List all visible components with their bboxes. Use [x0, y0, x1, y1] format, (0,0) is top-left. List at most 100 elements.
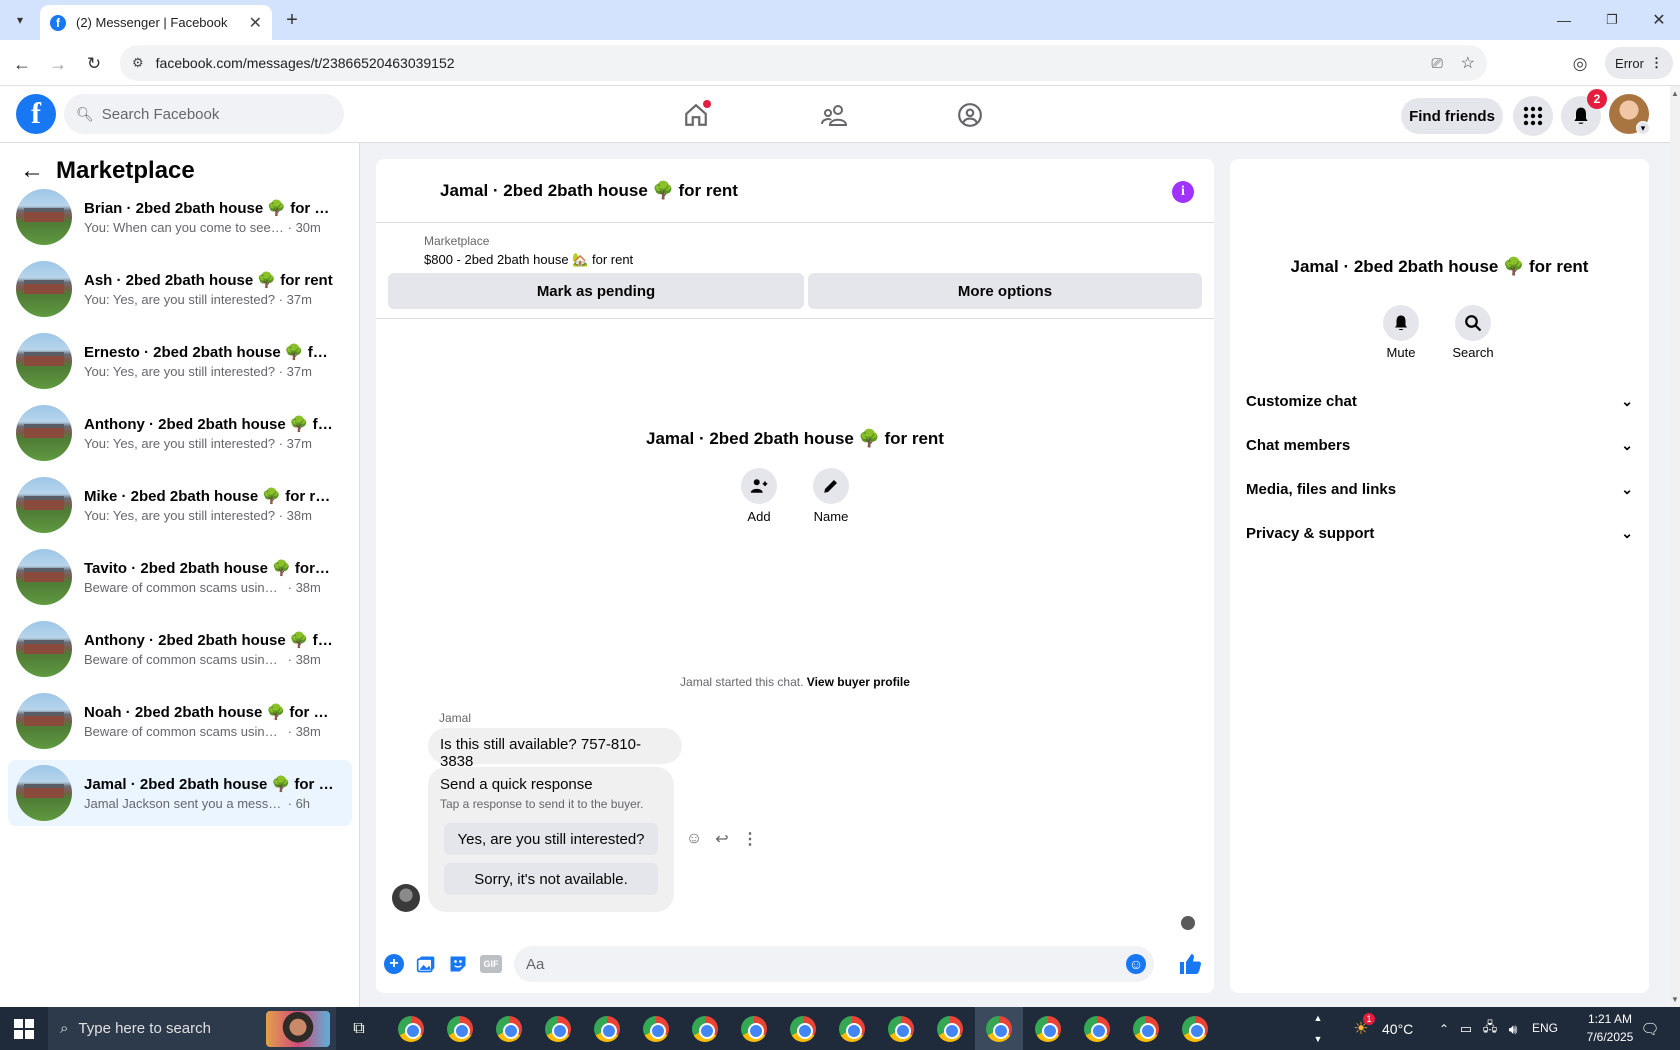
friends-nav-icon[interactable] — [810, 98, 858, 132]
close-tab-icon[interactable]: ✕ — [249, 13, 262, 33]
input-language[interactable]: ENG — [1532, 1021, 1558, 1035]
taskbar-scroll-down-icon[interactable]: ▼ — [1312, 1032, 1324, 1046]
chrome-taskbar-icon[interactable] — [447, 1016, 473, 1042]
chrome-taskbar-icon[interactable] — [1084, 1016, 1110, 1042]
conversation-item[interactable]: Anthony · 2bed 2bath house 🌳 fo... Bewar… — [8, 616, 352, 682]
reply-arrow-icon[interactable]: ↩ — [712, 829, 732, 849]
customize-chat-section[interactable]: Customize chat ⌄ — [1246, 381, 1633, 421]
quick-response-yes-button[interactable]: Yes, are you still interested? — [444, 823, 658, 855]
scroll-down-arrow-icon[interactable]: ▼ — [1670, 994, 1680, 1004]
privacy-support-section[interactable]: Privacy & support ⌄ — [1246, 513, 1633, 553]
chrome-taskbar-icon[interactable] — [643, 1016, 669, 1042]
conversation-item-active[interactable]: Jamal · 2bed 2bath house 🌳 for r... Jama… — [8, 760, 352, 826]
url-field[interactable]: ⚙ facebook.com/messages/t/23866520463039… — [120, 45, 1487, 81]
back-arrow-icon[interactable]: ← — [10, 52, 34, 76]
conversation-time: · 37m — [278, 364, 312, 379]
conversation-item[interactable]: Anthony · 2bed 2bath house 🌳 fo... You: … — [8, 400, 352, 466]
edit-name-pencil-icon[interactable] — [813, 468, 849, 504]
chrome-taskbar-icon[interactable] — [888, 1016, 914, 1042]
weather-temperature[interactable]: 40°C — [1382, 1021, 1413, 1037]
network-icon[interactable]: 🖧︎ — [1481, 1019, 1499, 1039]
message-more-icon[interactable]: ⋮ — [740, 829, 760, 849]
more-options-button[interactable]: More options — [808, 273, 1202, 309]
attach-photo-icon[interactable] — [416, 954, 436, 974]
listing-title[interactable]: $800 - 2bed 2bath house 🏡 for rent — [424, 252, 633, 268]
scroll-up-arrow-icon[interactable]: ▲ — [1670, 88, 1680, 98]
show-hidden-icons-chevron-icon[interactable]: ⌃ — [1436, 1019, 1452, 1039]
react-emoji-icon[interactable]: ☺ — [684, 829, 704, 849]
sender-avatar[interactable] — [392, 884, 420, 912]
chrome-taskbar-icon[interactable] — [594, 1016, 620, 1042]
chrome-taskbar-icon[interactable] — [1133, 1016, 1159, 1042]
facebook-logo-icon[interactable]: f — [16, 94, 56, 134]
chat-members-section[interactable]: Chat members ⌄ — [1246, 425, 1633, 465]
reload-icon[interactable]: ↻ — [82, 52, 106, 76]
account-chevron-icon[interactable]: ▾ — [1636, 121, 1650, 135]
quick-response-no-button[interactable]: Sorry, it's not available. — [444, 863, 658, 895]
groups-nav-icon[interactable] — [946, 98, 994, 132]
chrome-taskbar-icon[interactable] — [545, 1016, 571, 1042]
conversation-item[interactable]: Ernesto · 2bed 2bath house 🌳 for ... You… — [8, 328, 352, 394]
page-scrollbar[interactable]: ▲ ▼ — [1670, 86, 1680, 1007]
mute-bell-icon[interactable] — [1383, 305, 1419, 341]
chrome-taskbar-icon-active[interactable] — [986, 1016, 1012, 1042]
browser-tab-messenger[interactable]: f (2) Messenger | Facebook ✕ — [40, 5, 272, 40]
device-icon[interactable]: ▭ — [1458, 1019, 1474, 1039]
chrome-taskbar-icon[interactable] — [790, 1016, 816, 1042]
view-buyer-profile-link[interactable]: View buyer profile — [807, 675, 910, 689]
tab-search-chevron-icon[interactable]: ▾ — [10, 10, 30, 30]
chrome-taskbar-icon[interactable] — [398, 1016, 424, 1042]
facebook-search-input[interactable]: 🔍︎ Search Facebook — [64, 94, 344, 134]
listing-avatar — [16, 549, 72, 605]
thumbs-up-like-icon[interactable] — [1178, 952, 1202, 976]
minimize-window-icon[interactable]: — — [1550, 8, 1578, 32]
notification-center-icon[interactable]: 🗨︎ — [1638, 1017, 1662, 1041]
chrome-taskbar-icon[interactable] — [1182, 1016, 1208, 1042]
home-nav-icon[interactable] — [672, 98, 720, 132]
restore-window-icon[interactable]: ❐ — [1598, 8, 1626, 32]
conversation-info-icon[interactable]: i — [1172, 181, 1194, 203]
conversation-item[interactable]: Mike · 2bed 2bath house 🌳 for rent You: … — [8, 472, 352, 538]
taskbar-clock-time[interactable]: 1:21 AM — [1578, 1012, 1642, 1026]
search-in-conversation-icon[interactable] — [1455, 305, 1491, 341]
add-person-icon[interactable] — [741, 468, 777, 504]
task-view-icon[interactable]: ⧉ — [347, 1017, 371, 1041]
emoji-picker-icon[interactable]: ☺ — [1126, 954, 1146, 974]
new-tab-icon[interactable]: + — [280, 8, 304, 32]
bookmark-star-icon[interactable]: ☆ — [1461, 53, 1475, 73]
windows-taskbar: ⌕ Type here to search ⧉ ▲ ▼ ☀ 1 40°C ⌃ ▭… — [0, 1007, 1680, 1050]
profile-error-button[interactable]: Error ⋮ — [1605, 47, 1673, 79]
menu-grid-icon[interactable] — [1513, 96, 1553, 136]
chat-title[interactable]: Jamal · 2bed 2bath house 🌳 for rent — [440, 181, 738, 201]
conversation-item[interactable]: Ash · 2bed 2bath house 🌳 for rent You: Y… — [8, 256, 352, 322]
chrome-taskbar-icon[interactable] — [692, 1016, 718, 1042]
taskbar-scroll-up-icon[interactable]: ▲ — [1312, 1011, 1324, 1025]
gif-icon[interactable]: GIF — [480, 955, 502, 973]
find-friends-button[interactable]: Find friends — [1401, 98, 1503, 134]
chrome-taskbar-icon[interactable] — [496, 1016, 522, 1042]
conversation-item[interactable]: Brian · 2bed 2bath house 🌳 for rent You:… — [8, 184, 352, 250]
back-arrow-icon[interactable]: ← — [18, 157, 46, 185]
volume-icon[interactable]: 🔊︎ — [1504, 1019, 1522, 1039]
mark-as-pending-button[interactable]: Mark as pending — [388, 273, 804, 309]
chrome-taskbar-icon[interactable] — [839, 1016, 865, 1042]
message-bubble[interactable]: Is this still available? 757-810-3838 — [428, 728, 682, 770]
close-window-icon[interactable]: ✕ — [1645, 8, 1673, 32]
chrome-taskbar-icon[interactable] — [1035, 1016, 1061, 1042]
conversation-item[interactable]: Tavito · 2bed 2bath house 🌳 for r... Bew… — [8, 544, 352, 610]
search-label: Search — [1452, 345, 1494, 360]
media-files-links-section[interactable]: Media, files and links ⌄ — [1246, 469, 1633, 509]
profile-icon[interactable]: ◎ — [1568, 52, 1592, 76]
install-app-icon[interactable]: ⎚ — [1431, 55, 1442, 72]
windows-start-icon[interactable] — [10, 1015, 38, 1043]
site-settings-icon[interactable]: ⚙ — [132, 55, 144, 71]
taskbar-search-box[interactable]: ⌕ Type here to search — [48, 1007, 336, 1050]
taskbar-clock-date[interactable]: 7/6/2025 — [1578, 1030, 1642, 1044]
forward-arrow-icon[interactable]: → — [46, 52, 70, 76]
message-input[interactable]: Aa ☺ — [514, 946, 1154, 982]
sticker-icon[interactable] — [448, 954, 468, 974]
more-actions-plus-icon[interactable]: + — [384, 954, 404, 974]
conversation-item[interactable]: Noah · 2bed 2bath house 🌳 for re... Bewa… — [8, 688, 352, 754]
chrome-taskbar-icon[interactable] — [937, 1016, 963, 1042]
chrome-taskbar-icon[interactable] — [741, 1016, 767, 1042]
